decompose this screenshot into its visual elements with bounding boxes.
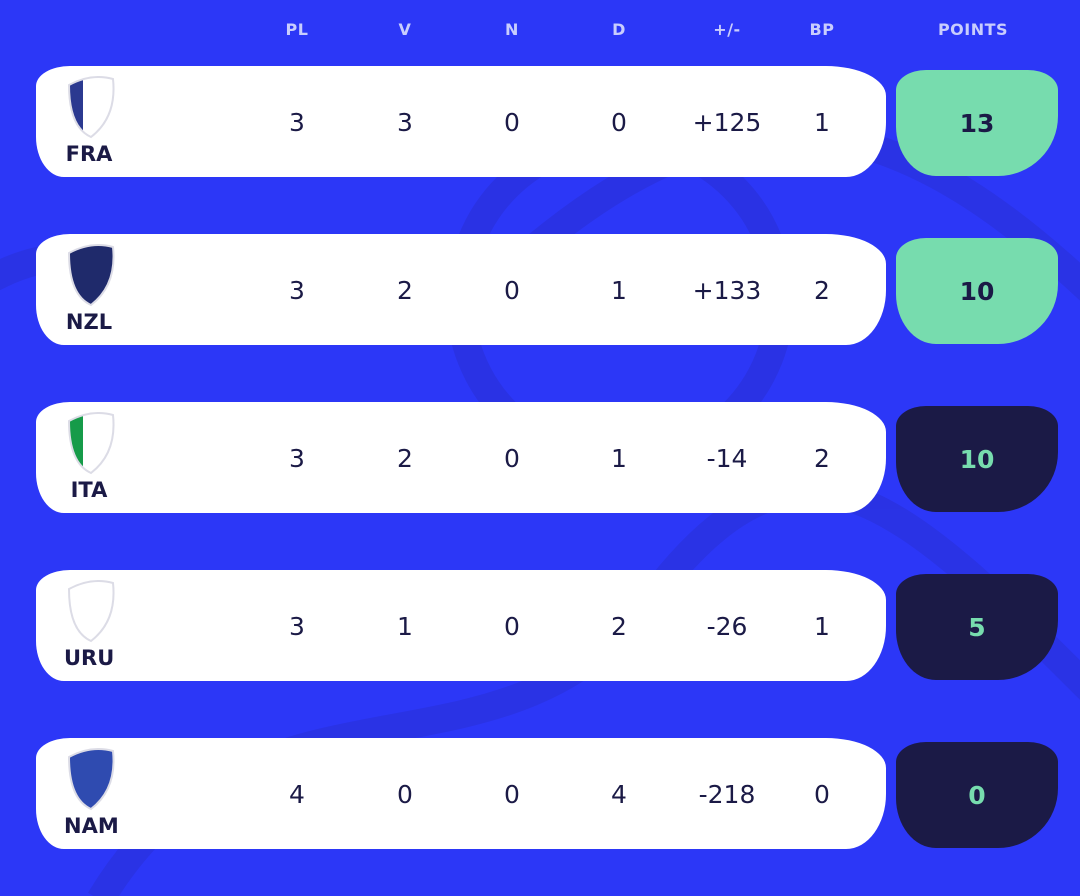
header-points: POINTS — [937, 20, 1009, 39]
header-pl: PL — [285, 20, 309, 39]
cell-pl: 4 — [289, 780, 305, 809]
cell-n: 0 — [504, 780, 520, 809]
points-badge: 0 — [896, 742, 1058, 848]
cell-pl: 3 — [289, 276, 305, 305]
table-row[interactable]: ITA 3 2 0 1 -14 2 10 — [36, 402, 1066, 514]
cell-n: 0 — [504, 276, 520, 305]
cell-diff: -26 — [706, 612, 748, 641]
header-v: V — [398, 20, 412, 39]
cell-d: 1 — [611, 276, 627, 305]
cell-bp: 2 — [814, 444, 830, 473]
cell-bp: 1 — [814, 108, 830, 137]
points-badge: 10 — [896, 406, 1058, 512]
cell-v: 2 — [397, 276, 413, 305]
cell-diff: +125 — [692, 108, 762, 137]
cell-diff: +133 — [692, 276, 762, 305]
cell-bp: 1 — [814, 612, 830, 641]
cell-bp: 0 — [814, 780, 830, 809]
team-code: URU — [64, 646, 115, 670]
cell-bp: 2 — [814, 276, 830, 305]
cell-pl: 3 — [289, 612, 305, 641]
cell-d: 2 — [611, 612, 627, 641]
team-card — [36, 570, 886, 681]
team-code: ITA — [70, 478, 108, 502]
header-bp: BP — [809, 20, 835, 39]
cell-diff: -218 — [698, 780, 756, 809]
team-code: FRA — [65, 142, 113, 166]
team-card — [36, 738, 886, 849]
italy-flag-icon — [67, 412, 115, 475]
new-zealand-flag-icon — [67, 244, 115, 307]
points-badge: 10 — [896, 238, 1058, 344]
cell-pl: 3 — [289, 444, 305, 473]
team-code: NZL — [65, 310, 113, 334]
cell-n: 0 — [504, 444, 520, 473]
cell-v: 2 — [397, 444, 413, 473]
team-code: NAM — [64, 814, 119, 838]
cell-v: 0 — [397, 780, 413, 809]
cell-v: 3 — [397, 108, 413, 137]
header-n: N — [505, 20, 519, 39]
uruguay-flag-icon — [67, 580, 115, 643]
table-row[interactable]: NAM 4 0 0 4 -218 0 0 — [36, 738, 1066, 850]
namibia-flag-icon — [67, 748, 115, 811]
table-row[interactable]: FRA 3 3 0 0 +125 1 13 — [36, 66, 1066, 178]
header-diff: +/- — [713, 20, 741, 39]
cell-d: 1 — [611, 444, 627, 473]
table-row[interactable]: URU 3 1 0 2 -26 1 5 — [36, 570, 1066, 682]
cell-diff: -14 — [706, 444, 748, 473]
table-row[interactable]: NZL 3 2 0 1 +133 2 10 — [36, 234, 1066, 346]
cell-v: 1 — [397, 612, 413, 641]
team-card — [36, 402, 886, 513]
points-badge: 5 — [896, 574, 1058, 680]
header-d: D — [612, 20, 626, 39]
france-flag-icon — [67, 76, 115, 139]
cell-pl: 3 — [289, 108, 305, 137]
points-badge: 13 — [896, 70, 1058, 176]
cell-d: 0 — [611, 108, 627, 137]
cell-d: 4 — [611, 780, 627, 809]
cell-n: 0 — [504, 108, 520, 137]
cell-n: 0 — [504, 612, 520, 641]
